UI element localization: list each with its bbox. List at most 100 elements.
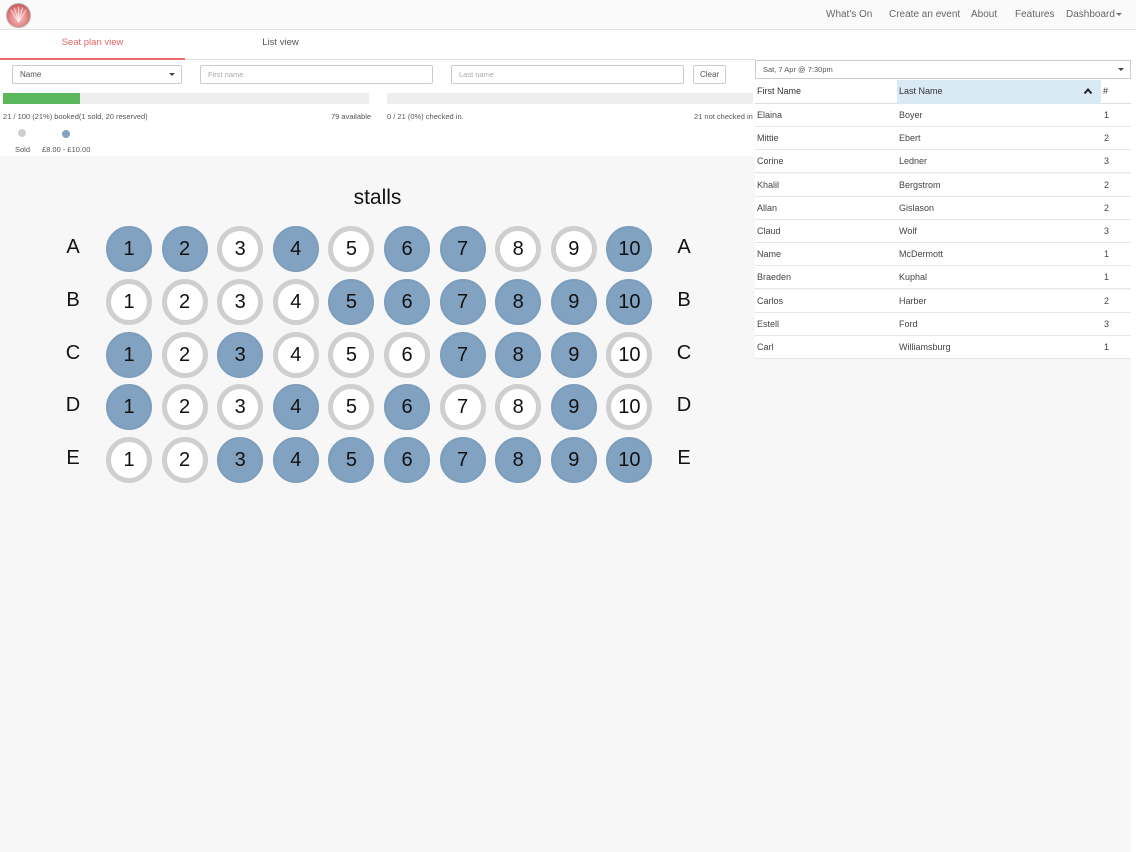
header-last-name[interactable]: Last Name bbox=[897, 80, 1101, 104]
seat[interactable]: 1 bbox=[106, 331, 152, 378]
performance-select[interactable]: Sat, 7 Apr @ 7:30pm bbox=[755, 60, 1131, 79]
seat[interactable]: 7 bbox=[439, 278, 486, 325]
cell-first-name: Mittie bbox=[757, 133, 779, 144]
seat[interactable]: 1 bbox=[106, 226, 152, 272]
row-label-left: E bbox=[66, 447, 80, 470]
seat[interactable]: 3 bbox=[217, 437, 264, 484]
table-row[interactable]: Allan Gislason 2 bbox=[755, 196, 1131, 220]
seat[interactable]: 6 bbox=[384, 384, 430, 431]
seat[interactable]: 6 bbox=[384, 437, 430, 484]
seat[interactable]: 4 bbox=[272, 437, 319, 484]
seat[interactable]: 9 bbox=[550, 226, 597, 272]
seat[interactable]: 3 bbox=[217, 278, 264, 325]
seat[interactable]: 7 bbox=[439, 437, 486, 484]
table-row[interactable]: Elaina Boyer 1 bbox=[755, 104, 1131, 127]
seat[interactable]: 6 bbox=[384, 226, 430, 272]
table-row[interactable]: Mittie Ebert 2 bbox=[755, 127, 1131, 151]
available-count-text: 79 available bbox=[331, 112, 372, 121]
chevron-down-icon bbox=[169, 73, 175, 76]
seat[interactable]: 10 bbox=[606, 278, 653, 325]
row-label-left: D bbox=[65, 394, 81, 417]
seat[interactable]: 2 bbox=[161, 384, 208, 431]
seat[interactable]: 9 bbox=[550, 331, 597, 378]
seat[interactable]: 2 bbox=[161, 226, 208, 272]
row-label-right: C bbox=[676, 341, 692, 364]
cell-first-name: Allan bbox=[757, 202, 778, 213]
seat[interactable]: 7 bbox=[439, 384, 486, 431]
seat[interactable]: 1 bbox=[106, 384, 152, 431]
view-tabs: Seat plan view List view bbox=[0, 30, 755, 60]
table-row[interactable]: Estell Ford 3 bbox=[755, 312, 1131, 336]
legend-sold-label: Sold bbox=[15, 145, 31, 154]
seat[interactable]: 3 bbox=[217, 331, 264, 378]
nav-whats-on-link[interactable]: What's On bbox=[826, 9, 872, 20]
seat[interactable]: 4 bbox=[272, 384, 319, 431]
table-row[interactable]: Corine Ledner 3 bbox=[755, 150, 1131, 174]
seat[interactable]: 3 bbox=[217, 384, 264, 431]
seat[interactable]: 7 bbox=[439, 331, 486, 378]
booking-progress-bar bbox=[3, 93, 369, 104]
nav-create-event-link[interactable]: Create an event bbox=[889, 9, 960, 20]
checkin-progress-bar bbox=[387, 93, 753, 104]
table-row[interactable]: Carlos Harber 2 bbox=[755, 289, 1131, 313]
cell-first-name: Carl bbox=[757, 342, 774, 352]
row-label-right: B bbox=[677, 288, 691, 311]
seat[interactable]: 7 bbox=[439, 226, 486, 272]
seat[interactable]: 5 bbox=[328, 331, 375, 378]
seat[interactable]: 5 bbox=[328, 226, 375, 272]
header-first-name[interactable]: First Name bbox=[755, 80, 897, 104]
nav-features-link[interactable]: Features bbox=[1015, 9, 1054, 20]
seat[interactable]: 4 bbox=[272, 278, 319, 325]
seat[interactable]: 10 bbox=[606, 331, 653, 378]
seat[interactable]: 3 bbox=[217, 226, 264, 272]
table-row[interactable]: Claud Wolf 3 bbox=[755, 220, 1131, 243]
nav-dashboard-dropdown[interactable]: Dashboard bbox=[1066, 9, 1122, 20]
tab-list-view[interactable]: List view bbox=[188, 30, 373, 60]
seat[interactable]: 8 bbox=[495, 331, 542, 378]
seat[interactable]: 1 bbox=[106, 278, 152, 325]
seat[interactable]: 5 bbox=[328, 278, 375, 325]
search-field-select[interactable]: Name bbox=[12, 65, 182, 84]
logo-icon[interactable] bbox=[6, 3, 31, 28]
seat[interactable]: 10 bbox=[606, 226, 653, 272]
seat[interactable]: 1 bbox=[106, 437, 152, 484]
seat[interactable]: 6 bbox=[384, 331, 430, 378]
table-row[interactable]: Name McDermott 1 bbox=[755, 243, 1131, 267]
cell-first-name: Carlos bbox=[757, 295, 784, 306]
attendee-table: First Name Last Name # Elaina Boyer 1 Mitti… bbox=[755, 80, 1131, 852]
cell-first-name: Estell bbox=[757, 318, 780, 329]
seat[interactable]: 10 bbox=[606, 384, 653, 431]
section-title: stalls bbox=[353, 186, 402, 209]
cell-count: 3 bbox=[1104, 226, 1110, 236]
seat[interactable]: 5 bbox=[328, 437, 375, 484]
row-label-right: A bbox=[677, 236, 691, 258]
seat[interactable]: 8 bbox=[495, 278, 542, 325]
tab-seat-plan-view[interactable]: Seat plan view bbox=[0, 30, 185, 60]
seat[interactable]: 8 bbox=[495, 226, 542, 272]
table-row[interactable]: Khalil Bergstrom 2 bbox=[755, 173, 1131, 197]
seat[interactable]: 5 bbox=[328, 384, 375, 431]
cell-count: 1 bbox=[1104, 342, 1110, 352]
cell-last-name: Harber bbox=[899, 295, 927, 306]
seat[interactable]: 9 bbox=[550, 384, 597, 431]
seat[interactable]: 2 bbox=[161, 331, 208, 378]
table-row[interactable]: Braeden Kuphal 1 bbox=[755, 266, 1131, 290]
seat[interactable]: 6 bbox=[384, 278, 430, 325]
seat[interactable]: 9 bbox=[550, 437, 597, 484]
last-name-input[interactable] bbox=[451, 65, 684, 84]
seat[interactable]: 8 bbox=[495, 384, 542, 431]
header-count[interactable]: # bbox=[1101, 80, 1131, 104]
cell-count: 2 bbox=[1104, 133, 1110, 144]
seat[interactable]: 2 bbox=[161, 437, 208, 484]
seat[interactable]: 10 bbox=[606, 437, 653, 484]
seat[interactable]: 2 bbox=[161, 278, 208, 325]
clear-button[interactable]: Clear bbox=[693, 65, 726, 84]
seat[interactable]: 8 bbox=[495, 437, 542, 484]
seat[interactable]: 9 bbox=[550, 278, 597, 325]
seat[interactable]: 4 bbox=[272, 331, 319, 378]
legend-sold-dot bbox=[18, 129, 26, 137]
first-name-input[interactable] bbox=[200, 65, 433, 84]
seat[interactable]: 4 bbox=[272, 226, 319, 272]
nav-about-link[interactable]: About bbox=[971, 9, 997, 20]
table-row[interactable]: Carl Williamsburg 1 bbox=[755, 336, 1131, 359]
